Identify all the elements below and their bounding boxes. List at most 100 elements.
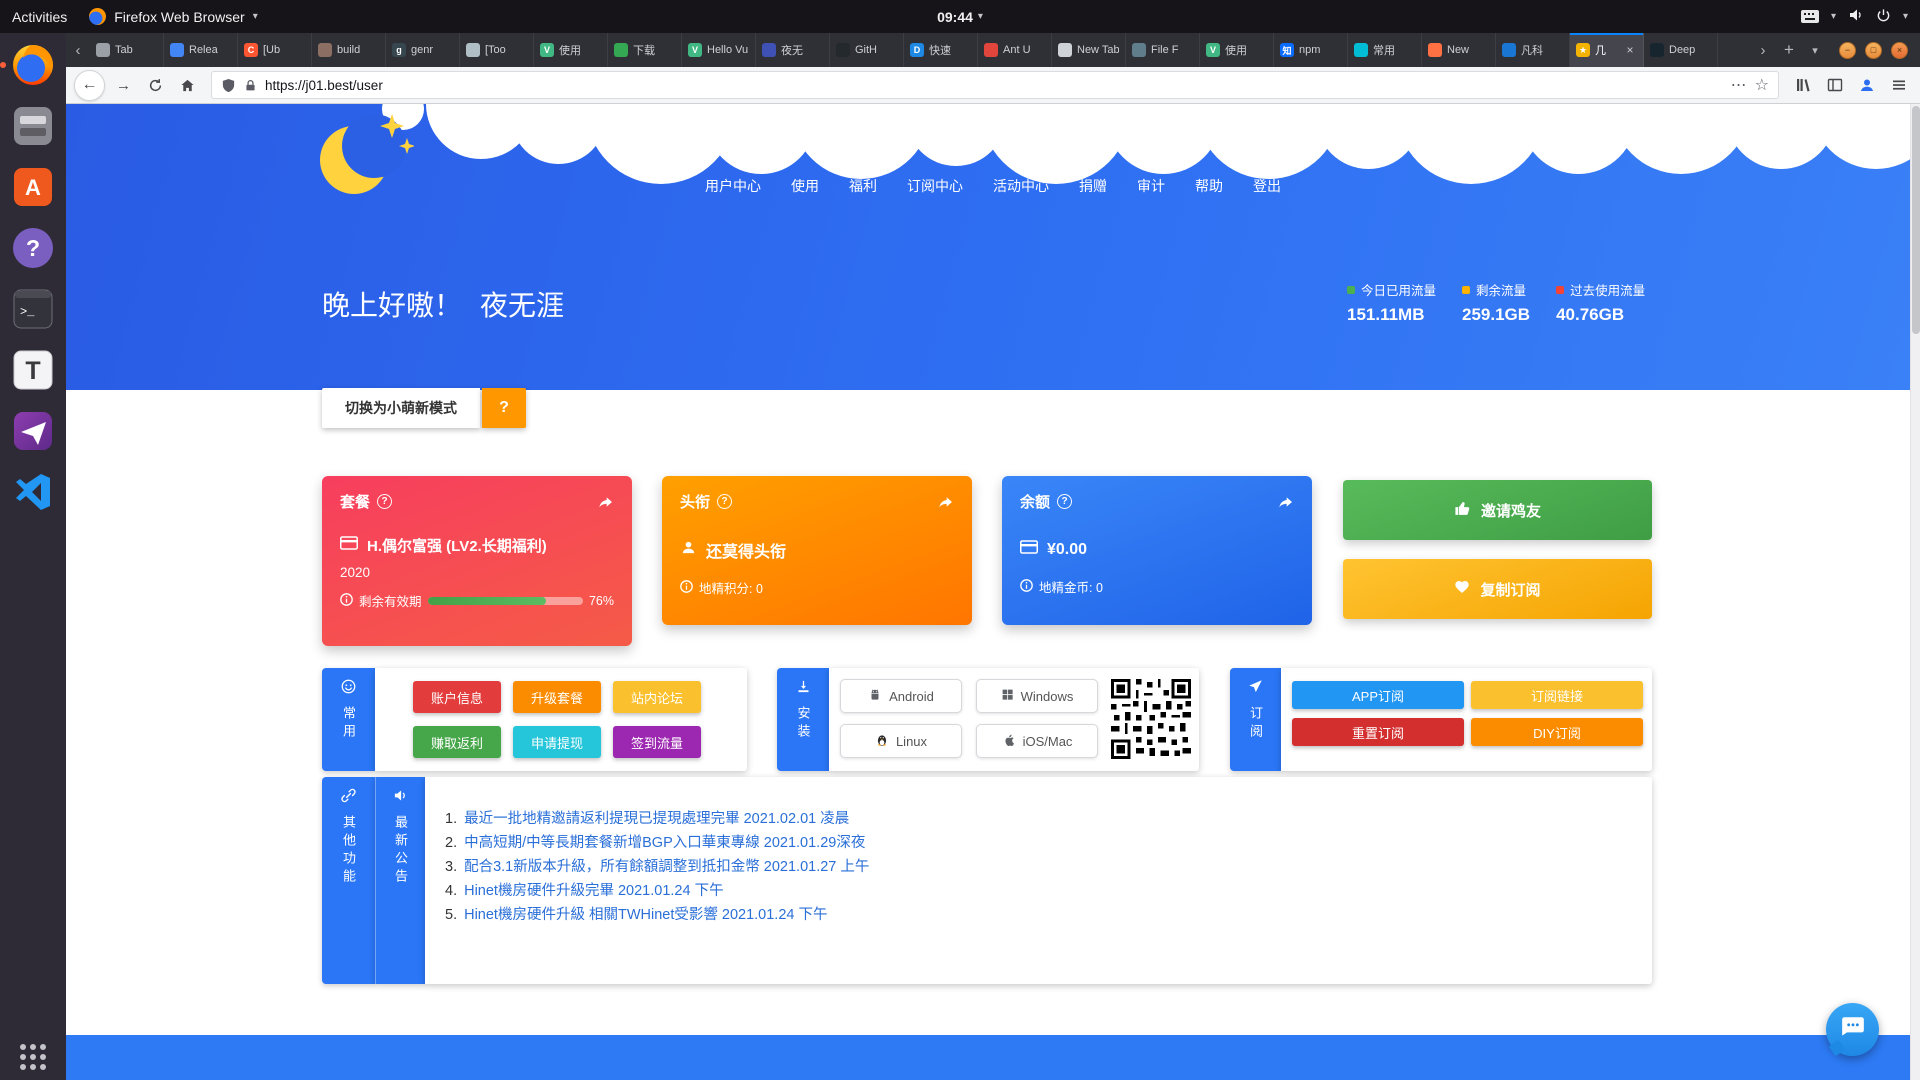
- mode-help-button[interactable]: ?: [482, 388, 526, 428]
- lock-icon[interactable]: [244, 79, 257, 92]
- browser-tab[interactable]: New: [1422, 33, 1496, 67]
- bookmark-star-icon[interactable]: ☆: [1755, 75, 1769, 95]
- copy-subscription-button[interactable]: 复制订阅: [1343, 559, 1652, 619]
- minimize-button[interactable]: −: [1839, 42, 1856, 59]
- header-nav-item[interactable]: 审计: [1137, 176, 1165, 196]
- browser-tab[interactable]: g genr: [386, 33, 460, 67]
- forward-button[interactable]: →: [110, 72, 137, 99]
- activities-button[interactable]: Activities: [12, 9, 67, 25]
- browser-tab[interactable]: D 快速: [904, 33, 978, 67]
- browser-tab[interactable]: V Hello Vu: [682, 33, 756, 67]
- browser-tab[interactable]: 夜无: [756, 33, 830, 67]
- scrollbar-thumb[interactable]: [1912, 106, 1920, 334]
- clock-button[interactable]: 09:44 ▾: [937, 9, 983, 25]
- chat-widget-button[interactable]: [1826, 1003, 1879, 1056]
- header-nav-item[interactable]: 帮助: [1195, 176, 1223, 196]
- header-nav-item[interactable]: 登出: [1253, 176, 1281, 196]
- shield-icon[interactable]: [221, 78, 236, 93]
- browser-tab[interactable]: ★ 几: [1570, 33, 1644, 67]
- page-actions-icon[interactable]: ⋯: [1731, 75, 1747, 95]
- browser-tab[interactable]: [Too: [460, 33, 534, 67]
- help-circle-icon[interactable]: ?: [717, 494, 732, 509]
- dock-item-vscode[interactable]: [9, 468, 57, 516]
- browser-tab[interactable]: Relea: [164, 33, 238, 67]
- subscribe-button[interactable]: 订阅链接: [1471, 681, 1643, 709]
- tab-subscribe[interactable]: 订阅: [1230, 668, 1281, 771]
- header-nav-item[interactable]: 使用: [791, 176, 819, 196]
- browser-tab[interactable]: New Tab: [1052, 33, 1126, 67]
- announcement-link[interactable]: 最近一批地精邀請返利提現已提現處理完畢 2021.02.01 凌晨: [464, 807, 849, 831]
- header-nav-item[interactable]: 用户中心: [705, 176, 761, 196]
- share-icon[interactable]: [1278, 494, 1294, 510]
- dock-item-terminal[interactable]: >_: [9, 285, 57, 333]
- header-nav-item[interactable]: 活动中心: [993, 176, 1049, 196]
- browser-tab[interactable]: C [Ub: [238, 33, 312, 67]
- close-button[interactable]: ×: [1891, 42, 1908, 59]
- subscribe-button[interactable]: 重置订阅: [1292, 718, 1464, 746]
- account-icon[interactable]: [1853, 72, 1880, 99]
- show-applications-button[interactable]: [20, 1044, 46, 1070]
- browser-tab[interactable]: File F: [1126, 33, 1200, 67]
- list-all-tabs-button[interactable]: ▾: [1803, 33, 1827, 67]
- announcement-link[interactable]: 配合3.1新版本升級，所有餘額調整到抵扣金幣 2021.01.27 上午: [464, 855, 869, 879]
- subscribe-button[interactable]: DIY订阅: [1471, 718, 1643, 746]
- windows-button[interactable]: Windows: [976, 679, 1098, 713]
- linux-button[interactable]: Linux: [840, 724, 962, 758]
- share-icon[interactable]: [938, 494, 954, 510]
- quick-action-button[interactable]: 申请提现: [513, 726, 601, 758]
- home-button[interactable]: [174, 72, 201, 99]
- browser-tab[interactable]: 常用: [1348, 33, 1422, 67]
- share-icon[interactable]: [598, 494, 614, 510]
- browser-tab[interactable]: V 使用: [534, 33, 608, 67]
- announcement-link[interactable]: 中高短期/中等長期套餐新增BGP入口華東專線 2021.01.29深夜: [464, 831, 865, 855]
- browser-tab[interactable]: 下载: [608, 33, 682, 67]
- scroll-tabs-right-button[interactable]: ›: [1751, 33, 1775, 67]
- dock-item-send-app[interactable]: [9, 407, 57, 455]
- subscribe-button[interactable]: APP订阅: [1292, 681, 1464, 709]
- dock-item-files[interactable]: [9, 102, 57, 150]
- tab-close-icon[interactable]: [1623, 43, 1637, 57]
- invite-button[interactable]: 邀请鸡友: [1343, 480, 1652, 540]
- dock-item-firefox[interactable]: [9, 41, 57, 89]
- help-circle-icon[interactable]: ?: [1057, 494, 1072, 509]
- help-circle-icon[interactable]: ?: [377, 494, 392, 509]
- announcement-link[interactable]: Hinet機房硬件升級 相關TWHinet受影響 2021.01.24 下午: [464, 903, 827, 927]
- url-text[interactable]: https://j01.best/user: [265, 78, 1723, 93]
- quick-action-button[interactable]: 升级套餐: [513, 681, 601, 713]
- back-button[interactable]: ←: [74, 70, 105, 101]
- browser-tab[interactable]: Ant U: [978, 33, 1052, 67]
- announcement-link[interactable]: Hinet機房硬件升級完畢 2021.01.24 下午: [464, 879, 723, 903]
- url-bar[interactable]: https://j01.best/user ⋯ ☆: [211, 71, 1779, 99]
- dock-item-text-editor[interactable]: T: [9, 346, 57, 394]
- quick-action-button[interactable]: 赚取返利: [413, 726, 501, 758]
- tab-latest-news[interactable]: 最新公告: [375, 777, 425, 984]
- header-nav-item[interactable]: 福利: [849, 176, 877, 196]
- browser-tab[interactable]: build: [312, 33, 386, 67]
- dock-item-help[interactable]: ?: [9, 224, 57, 272]
- android-button[interactable]: Android: [840, 679, 962, 713]
- dock-item-ubuntu-software[interactable]: A: [9, 163, 57, 211]
- library-icon[interactable]: [1789, 72, 1816, 99]
- ios-mac-button[interactable]: iOS/Mac: [976, 724, 1098, 758]
- tab-other-features[interactable]: 其他功能: [322, 777, 375, 984]
- browser-tab[interactable]: Tab: [90, 33, 164, 67]
- scroll-tabs-left-button[interactable]: ‹: [66, 33, 90, 67]
- app-menu-button[interactable]: Firefox Web Browser ▾: [89, 8, 257, 25]
- quick-action-button[interactable]: 站内论坛: [613, 681, 701, 713]
- browser-tab[interactable]: GitH: [830, 33, 904, 67]
- system-tray[interactable]: ▾ ▾: [1801, 7, 1908, 26]
- sidebar-icon[interactable]: [1821, 72, 1848, 99]
- header-nav-item[interactable]: 订阅中心: [907, 176, 963, 196]
- tab-common-actions[interactable]: 常用: [322, 668, 375, 771]
- quick-action-button[interactable]: 账户信息: [413, 681, 501, 713]
- browser-tab[interactable]: 凡科: [1496, 33, 1570, 67]
- reload-button[interactable]: [142, 72, 169, 99]
- menu-icon[interactable]: [1885, 72, 1912, 99]
- browser-tab[interactable]: V 使用: [1200, 33, 1274, 67]
- header-nav-item[interactable]: 捐赠: [1079, 176, 1107, 196]
- tab-install[interactable]: 安装: [777, 668, 829, 771]
- maximize-button[interactable]: □: [1865, 42, 1882, 59]
- page-scrollbar[interactable]: [1910, 104, 1920, 1080]
- browser-tab[interactable]: 知 npm: [1274, 33, 1348, 67]
- mode-switch-button[interactable]: 切换为小萌新模式: [322, 388, 480, 428]
